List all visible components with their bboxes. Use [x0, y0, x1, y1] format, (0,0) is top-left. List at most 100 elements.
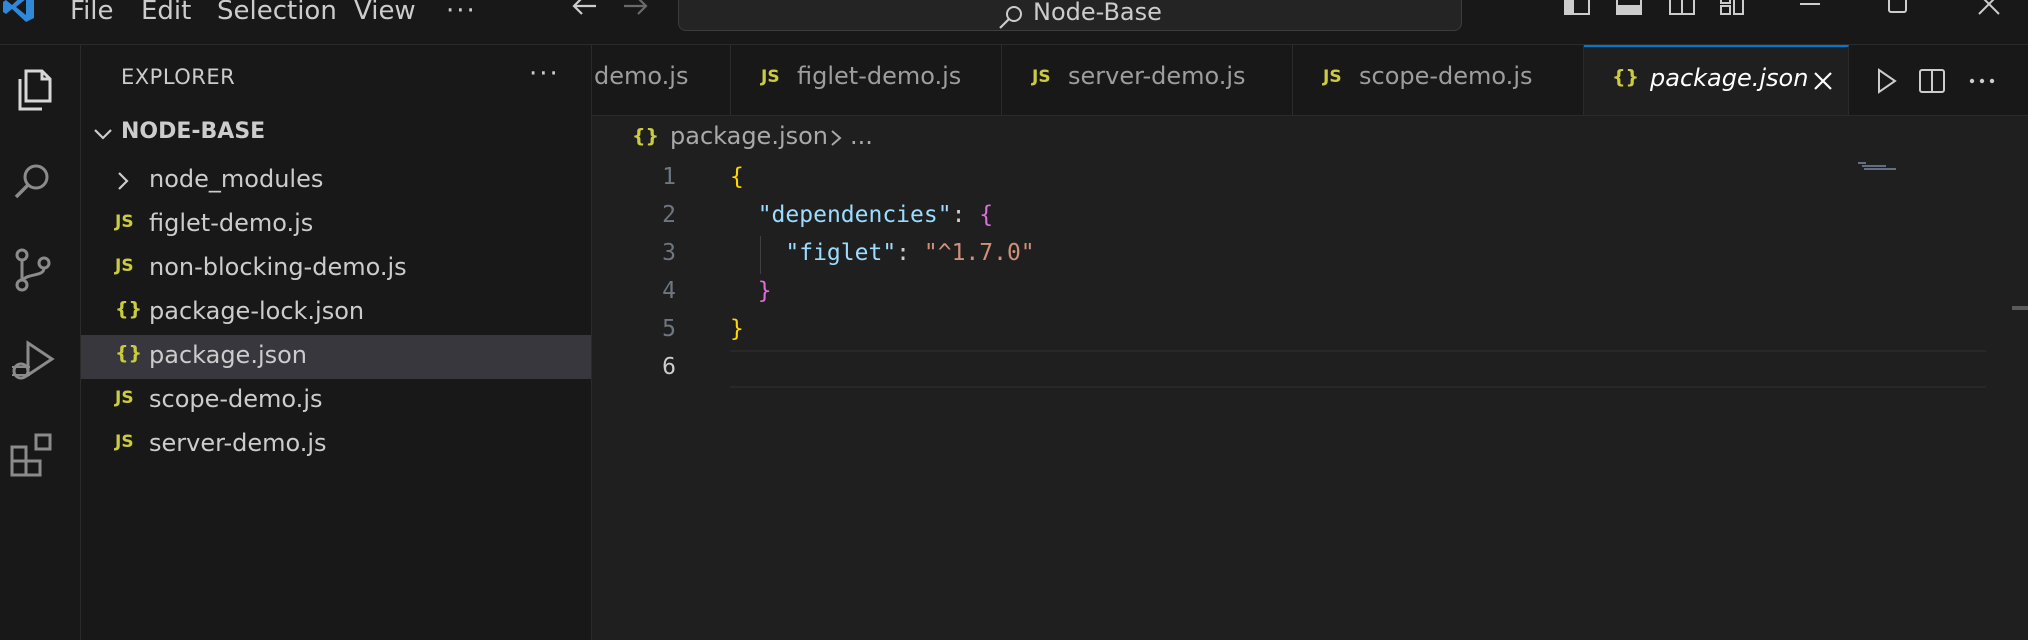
search-view-icon[interactable]	[8, 157, 58, 207]
breadcrumb-file[interactable]: package.json	[670, 122, 828, 150]
search-text: Node-Base	[1033, 0, 1162, 26]
code-text: }	[730, 278, 772, 304]
brace-open: {	[979, 202, 994, 228]
tree-item-scope-demo[interactable]: JS scope-demo.js	[81, 379, 591, 423]
menu-more-button[interactable]: ···	[446, 0, 477, 26]
brace-close: }	[730, 316, 744, 342]
json-file-icon: {}	[115, 342, 143, 364]
tree-item-package-lock[interactable]: {} package-lock.json	[81, 291, 591, 335]
title-bar: File Edit Selection View ··· Node-Base	[0, 0, 2028, 45]
tree-item-figlet-demo[interactable]: JS figlet-demo.js	[81, 203, 591, 247]
toggle-secondary-sidebar-icon[interactable]	[1667, 0, 1697, 22]
tree-item-label: package.json	[149, 341, 308, 369]
json-string-value: "^1.7.0"	[923, 240, 1035, 266]
workspace-root-label: NODE-BASE	[121, 119, 266, 144]
run-file-icon[interactable]	[1872, 67, 1900, 95]
menu-file[interactable]: File	[70, 0, 114, 26]
json-colon: :	[951, 202, 980, 228]
forward-arrow-icon[interactable]	[620, 0, 652, 28]
chevron-right-icon	[118, 172, 129, 190]
tab-label: demo.js	[594, 62, 689, 90]
breadcrumb-symbols[interactable]: ...	[850, 122, 873, 150]
minimap[interactable]	[1856, 160, 1900, 172]
json-file-icon: {}	[115, 298, 143, 320]
tree-item-label: figlet-demo.js	[149, 209, 314, 237]
brace-open: {	[730, 164, 744, 190]
scrollbar-marker[interactable]	[2012, 306, 2028, 310]
line-number: 1	[662, 164, 676, 190]
indent-guide	[760, 236, 761, 274]
tab-label: server-demo.js	[1068, 62, 1246, 90]
minimize-icon[interactable]	[1796, 0, 1824, 22]
tab-label: scope-demo.js	[1359, 62, 1533, 90]
customize-layout-icon[interactable]	[1718, 0, 1748, 22]
code-line-2: 2 "dependencies": {	[592, 198, 1842, 236]
tab-package-json[interactable]: {} package.json	[1584, 45, 1849, 115]
tree-item-label: server-demo.js	[149, 429, 327, 457]
editor-tab-bar: demo.js JS figlet-demo.js JS server-demo…	[592, 45, 2028, 116]
js-file-icon: JS	[115, 432, 134, 452]
explorer-title: EXPLORER	[121, 65, 236, 89]
menu-view[interactable]: View	[354, 0, 416, 26]
js-file-icon: JS	[1032, 67, 1051, 87]
tree-item-label: non-blocking-demo.js	[149, 253, 407, 281]
toggle-primary-sidebar-icon[interactable]	[1562, 0, 1592, 22]
run-and-debug-icon[interactable]	[8, 335, 58, 385]
code-line-6: 6	[592, 350, 1842, 388]
json-file-icon: {}	[1612, 66, 1640, 88]
extensions-icon[interactable]	[8, 429, 58, 479]
code-text: "figlet": "^1.7.0"	[730, 240, 1035, 266]
code-text: "dependencies": {	[730, 202, 993, 228]
line-number: 3	[662, 240, 676, 266]
activity-bar	[0, 45, 81, 640]
tree-item-server-demo[interactable]: JS server-demo.js	[81, 423, 591, 467]
json-colon: :	[896, 240, 924, 266]
menu-selection[interactable]: Selection	[217, 0, 337, 26]
code-text: {	[730, 164, 744, 190]
tab-figlet-demo-js[interactable]: JS figlet-demo.js	[731, 45, 1002, 115]
close-window-icon[interactable]	[1975, 0, 2003, 22]
code-editor[interactable]: 1 { 2 "dependencies": { 3 "figlet": "^1.…	[592, 160, 2028, 640]
menu-edit[interactable]: Edit	[141, 0, 191, 26]
close-tab-icon[interactable]	[1811, 69, 1835, 93]
source-control-icon[interactable]	[8, 245, 58, 295]
code-line-3: 3 "figlet": "^1.7.0"	[592, 236, 1842, 274]
json-key: "figlet"	[785, 240, 897, 266]
line-number: 4	[662, 278, 676, 304]
tab-label: figlet-demo.js	[797, 62, 962, 90]
js-file-icon: JS	[115, 388, 134, 408]
tab-demo-js[interactable]: demo.js	[592, 45, 731, 115]
tree-item-package-json[interactable]: {} package.json	[81, 335, 591, 379]
workspace-root-folder[interactable]: NODE-BASE	[91, 119, 581, 153]
js-file-icon: JS	[761, 67, 780, 87]
code-line-1: 1 {	[592, 160, 1842, 198]
code-line-5: 5 }	[592, 312, 1842, 350]
tab-server-demo-js[interactable]: JS server-demo.js	[1002, 45, 1293, 115]
js-file-icon: JS	[115, 256, 134, 276]
tree-item-label: package-lock.json	[149, 297, 365, 325]
tree-item-non-blocking-demo[interactable]: JS non-blocking-demo.js	[81, 247, 591, 291]
line-number: 6	[662, 354, 676, 380]
command-center-search[interactable]: Node-Base	[678, 0, 1462, 31]
tree-item-label: node_modules	[149, 165, 324, 193]
tab-label: package.json	[1650, 64, 1809, 92]
explorer-sidebar: EXPLORER ··· NODE-BASE node_modules JS f…	[81, 45, 592, 640]
tab-scope-demo-js[interactable]: JS scope-demo.js	[1293, 45, 1584, 115]
code-text: }	[730, 316, 744, 342]
line-number: 2	[662, 202, 676, 228]
toggle-panel-icon[interactable]	[1614, 0, 1644, 22]
js-file-icon: JS	[115, 212, 134, 232]
maximize-icon[interactable]	[1884, 0, 1912, 22]
split-editor-icon[interactable]	[1918, 67, 1946, 95]
js-file-icon: JS	[1323, 67, 1342, 87]
chevron-down-icon	[94, 129, 112, 140]
explorer-more-actions-button[interactable]: ···	[529, 59, 560, 89]
explorer-icon[interactable]	[8, 65, 58, 115]
brace-close: }	[757, 278, 772, 304]
more-actions-icon[interactable]	[1968, 67, 1996, 95]
tree-item-node-modules[interactable]: node_modules	[81, 159, 591, 203]
back-arrow-icon[interactable]	[568, 0, 600, 28]
json-key: "dependencies"	[757, 202, 952, 228]
vscode-logo-icon	[3, 0, 34, 22]
json-file-icon: {}	[632, 125, 660, 147]
